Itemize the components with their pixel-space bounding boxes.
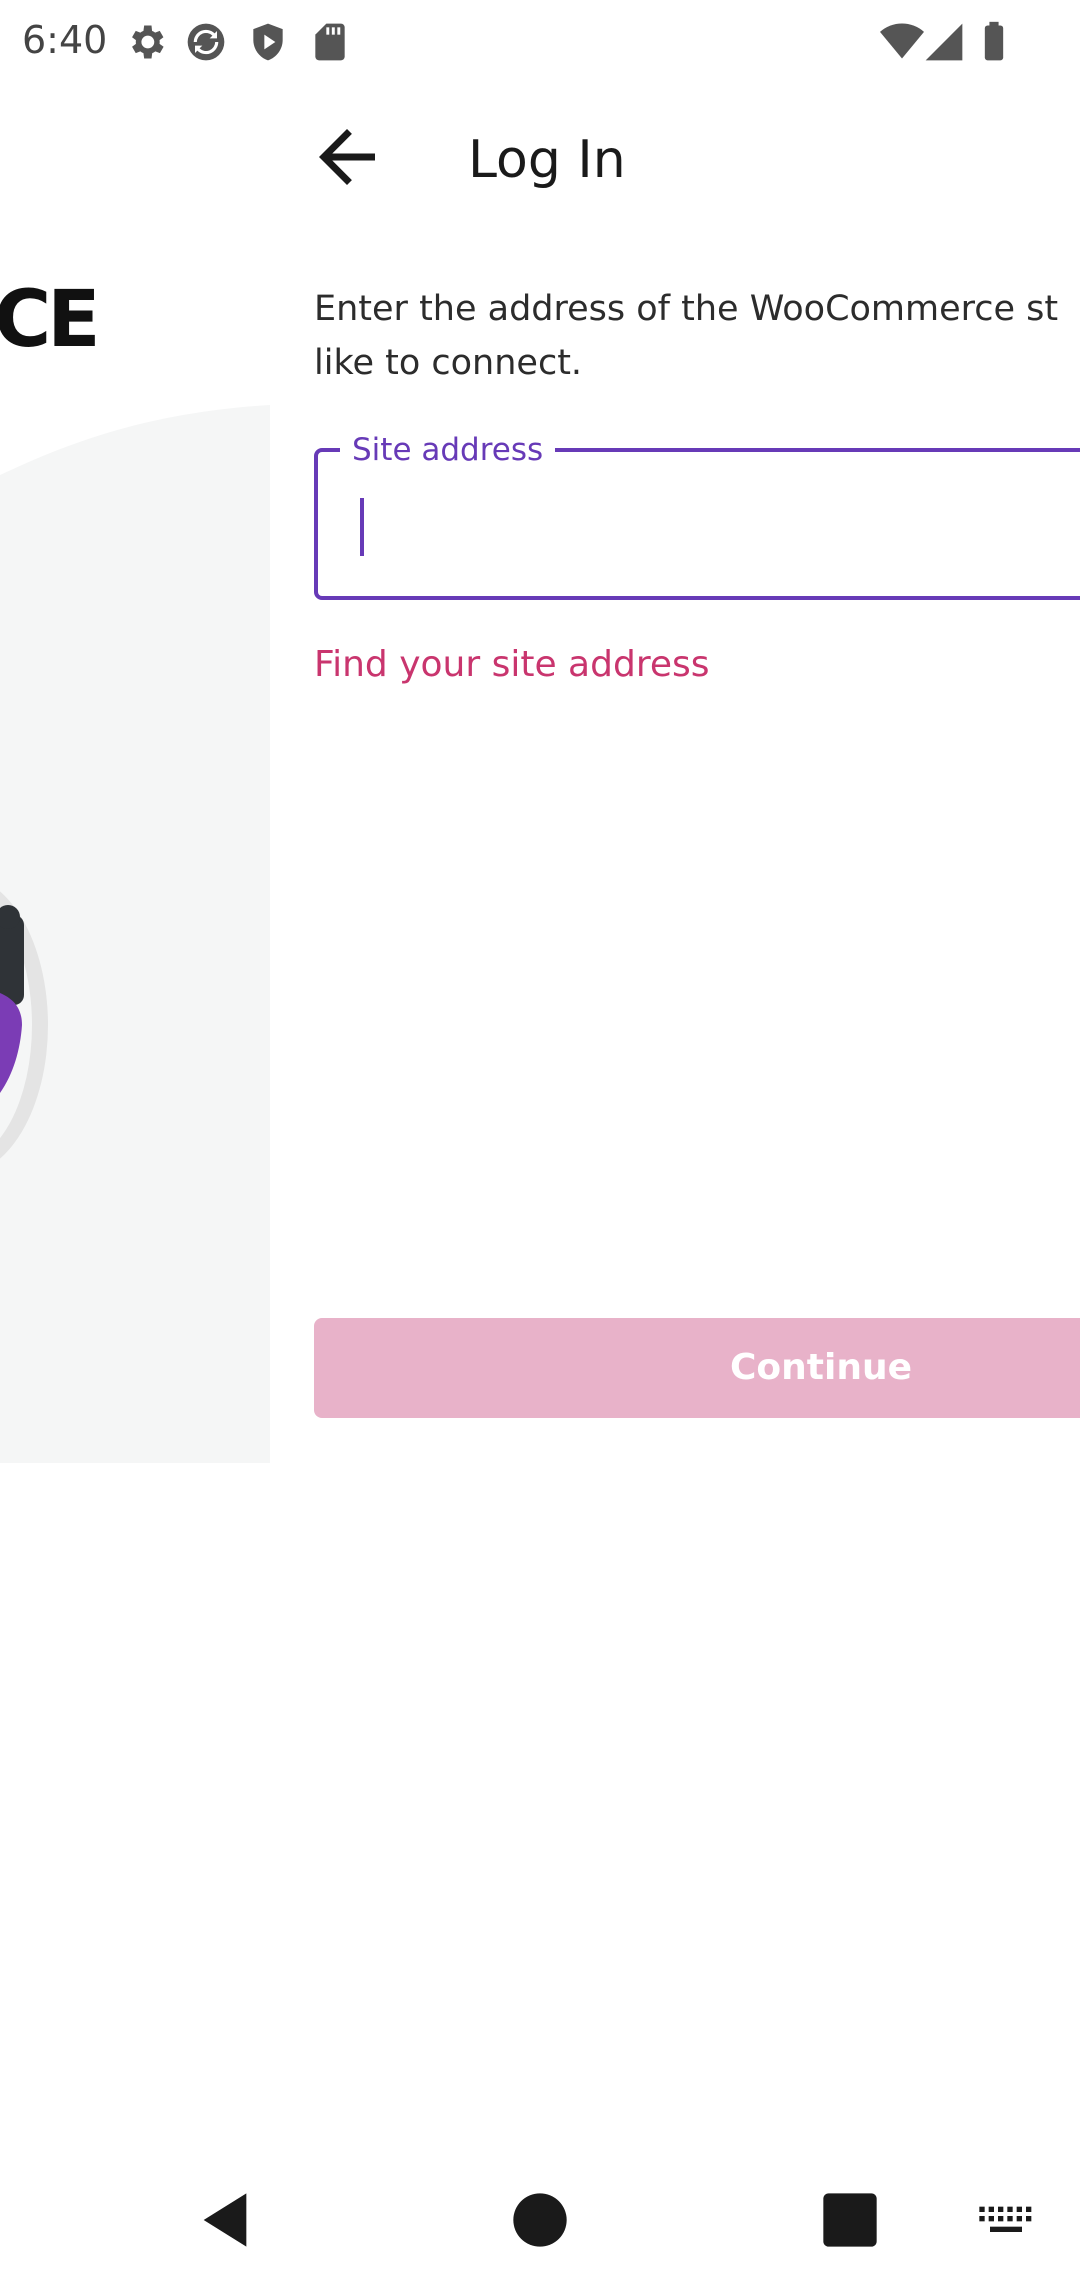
- nav-back-icon[interactable]: [193, 2188, 257, 2252]
- back-button[interactable]: [305, 115, 389, 199]
- description-text: Enter the address of the WooCommerce st …: [314, 289, 1059, 383]
- nav-recents-icon[interactable]: [818, 2188, 882, 2252]
- sync-icon: [187, 23, 225, 61]
- wifi-icon: [880, 23, 924, 59]
- illustration-panel: CE: [0, 225, 270, 1463]
- illustration: [0, 405, 270, 1463]
- nav-home-icon[interactable]: [508, 2188, 572, 2252]
- settings-icon: [132, 25, 164, 59]
- site-address-input[interactable]: [354, 490, 1058, 562]
- keyboard-icon[interactable]: [974, 2188, 1038, 2252]
- arrow-back-icon: [319, 129, 375, 185]
- continue-button[interactable]: Continue: [314, 1318, 1080, 1418]
- battery-icon: [984, 21, 1004, 61]
- sd-card-icon: [315, 23, 345, 61]
- site-address-label: Site address: [340, 430, 556, 470]
- toolbar: Log In: [0, 100, 1080, 220]
- continue-label: Continue: [730, 1347, 913, 1388]
- find-site-address-link[interactable]: Find your site address: [314, 644, 710, 685]
- status-time: 6:40: [22, 18, 108, 62]
- cell-signal-icon: [925, 23, 963, 61]
- navigation-bar: [0, 2160, 1080, 2280]
- login-screen: 6:40 Log In CE Enter the address of the …: [0, 0, 1080, 2280]
- site-address-field[interactable]: Site address: [314, 430, 1080, 600]
- status-bar: 6:40: [0, 0, 1080, 88]
- page-title: Log In: [468, 130, 626, 190]
- shield-icon: [253, 23, 283, 61]
- text-cursor: [360, 498, 364, 556]
